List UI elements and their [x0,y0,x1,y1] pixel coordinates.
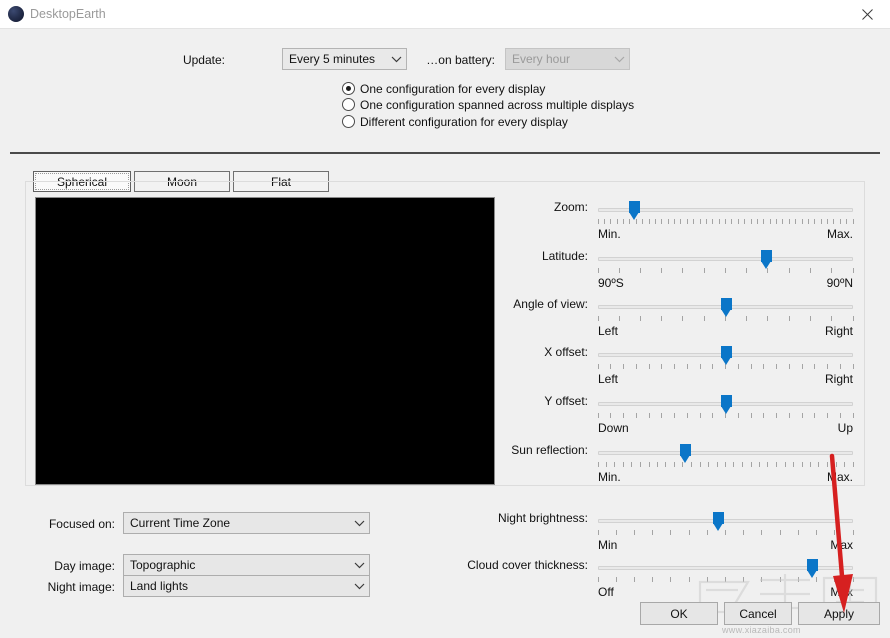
slider-thumb[interactable] [720,395,732,414]
section-divider [10,152,880,154]
slider-min-label: Left [598,372,619,386]
title-bar: DesktopEarth [0,0,890,29]
night-image-value: Land lights [130,579,189,593]
watermark-url: www.xiazaiba.com [722,625,801,635]
radio-indicator [342,115,355,128]
update-label: Update: [182,53,225,67]
focused-on-label: Focused on: [48,517,115,531]
slider-thumb[interactable] [761,250,773,269]
slider-track [598,519,853,523]
chevron-down-icon [349,583,369,590]
focused-on-dropdown[interactable]: Current Time Zone [123,512,370,534]
cloud-cover-thickness-slider[interactable]: Off Max [597,557,854,599]
slider-thumb[interactable] [720,346,732,365]
slider-min-label: Min [598,538,618,552]
radio-indicator [342,82,355,95]
sun-reflection-label: Sun reflection: [511,443,588,457]
slider-min-label: Min. [598,227,621,241]
cancel-button[interactable]: Cancel [724,602,792,625]
update-interval-dropdown[interactable]: Every 5 minutes [282,48,407,70]
slider-thumb[interactable] [679,444,691,463]
earth-preview [35,197,495,485]
radio-one-config-every-display[interactable]: One configuration for every display [342,80,545,97]
update-interval-value: Every 5 minutes [289,52,376,66]
slider-thumb[interactable] [712,512,724,531]
y-offset-slider[interactable]: Down Up [597,393,854,435]
angle-of-view-slider[interactable]: Left Right [597,296,854,338]
close-icon[interactable] [845,0,890,29]
slider-max-label: Max. [826,470,853,484]
slider-ticks [597,268,854,274]
slider-thumb[interactable] [807,559,819,578]
radio-indicator [342,98,355,111]
slider-max-label: Right [824,324,853,338]
slider-min-label: Left [598,324,619,338]
slider-track [598,257,853,261]
slider-ticks [597,462,854,468]
day-image-value: Topographic [130,558,196,572]
cloud-cover-thickness-label: Cloud cover thickness: [467,558,588,572]
radio-label: One configuration spanned across multipl… [360,97,635,112]
chevron-down-icon [609,56,629,63]
zoom-label: Zoom: [553,200,588,214]
sun-reflection-slider[interactable]: Min. Max. [597,442,854,484]
slider-thumb[interactable] [720,298,732,317]
latitude-slider[interactable]: 90ºS 90ºN [597,248,854,290]
battery-interval-value: Every hour [512,52,571,66]
slider-track [598,451,853,455]
chevron-down-icon [386,56,406,63]
apply-button-label: Apply [823,606,855,621]
latitude-label: Latitude: [541,249,588,263]
angle-of-view-label: Angle of view: [513,297,588,311]
window-title: DesktopEarth [30,7,106,21]
cancel-button-label: Cancel [739,606,777,621]
slider-max-label: Up [837,421,853,435]
day-image-label: Day image: [54,559,115,573]
slider-min-label: Off [598,585,614,599]
chevron-down-icon [349,562,369,569]
night-brightness-label: Night brightness: [497,511,588,525]
slider-max-label: Max [830,538,853,552]
night-image-label: Night image: [47,580,115,594]
on-battery-label: …on battery: [426,53,495,67]
day-image-dropdown[interactable]: Topographic [123,554,370,576]
radio-label: One configuration for every display [360,81,546,96]
slider-min-label: 90ºS [598,276,624,290]
ok-button[interactable]: OK [640,602,718,625]
slider-max-label: 90ºN [826,276,853,290]
radio-one-config-spanned[interactable]: One configuration spanned across multipl… [342,96,634,113]
chevron-down-icon [349,520,369,527]
y-offset-label: Y offset: [544,394,588,408]
night-brightness-slider[interactable]: Min Max [597,510,854,552]
slider-max-label: Max. [826,227,853,241]
slider-max-label: Right [824,372,853,386]
radio-different-config[interactable]: Different configuration for every displa… [342,113,568,130]
x-offset-slider[interactable]: Left Right [597,344,854,386]
slider-max-label: Max [830,585,853,599]
x-offset-label: X offset: [544,345,588,359]
slider-min-label: Min. [598,470,621,484]
zoom-slider[interactable]: Min. Max. [597,199,854,241]
globe-icon [8,6,24,22]
night-image-dropdown[interactable]: Land lights [123,575,370,597]
slider-ticks [597,530,854,536]
apply-button[interactable]: Apply [798,602,880,625]
slider-min-label: Down [598,421,629,435]
ok-button-label: OK [670,606,688,621]
battery-interval-dropdown[interactable]: Every hour [505,48,630,70]
slider-thumb[interactable] [628,201,640,220]
focused-on-value: Current Time Zone [130,516,231,530]
radio-label: Different configuration for every displa… [360,114,568,129]
